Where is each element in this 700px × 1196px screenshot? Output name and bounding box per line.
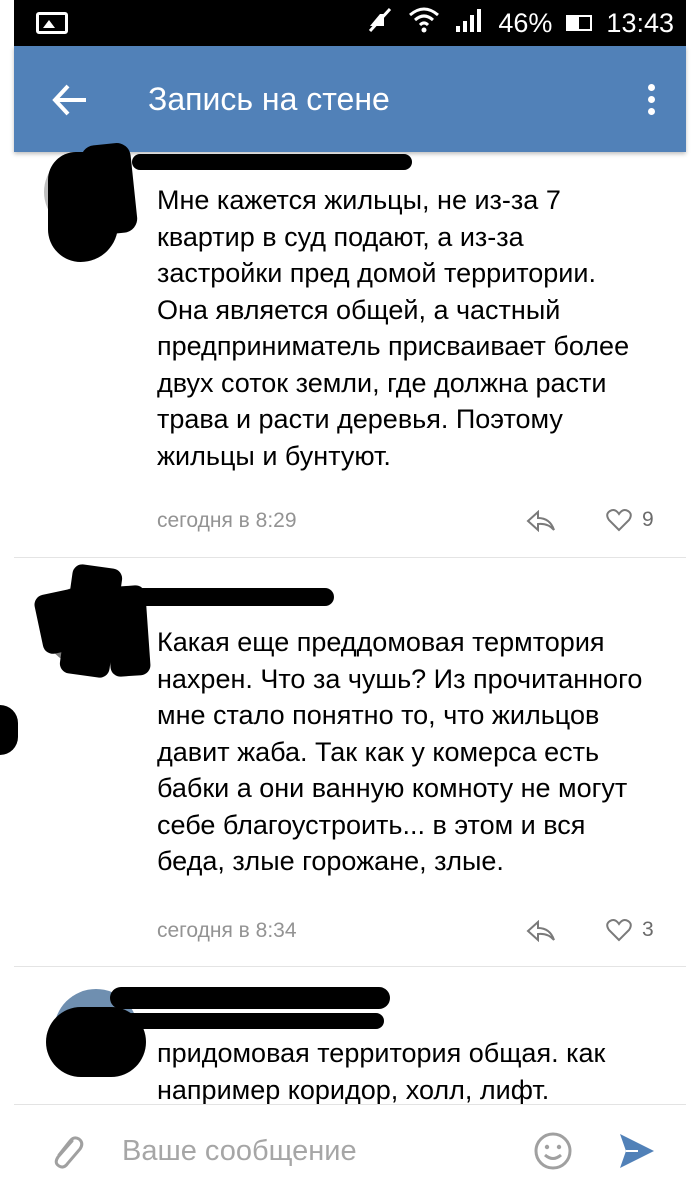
like-button[interactable]: 9: [606, 508, 654, 532]
battery-icon: [566, 15, 593, 31]
back-arrow-icon[interactable]: [50, 80, 90, 120]
comment-time: сегодня в 8:29: [157, 509, 297, 532]
emoji-icon[interactable]: [532, 1130, 574, 1177]
wifi-icon: [408, 6, 440, 41]
page-title: Запись на стене: [148, 81, 390, 117]
app-bar: Запись на стене: [14, 46, 686, 152]
heart-icon: [606, 509, 632, 532]
like-button[interactable]: 3: [606, 918, 654, 942]
comment-item: Какая еще преддомовая термтория нахрен. …: [14, 558, 686, 966]
attach-icon[interactable]: [46, 1131, 86, 1176]
like-count: 9: [642, 508, 654, 531]
author-name[interactable]: [134, 588, 334, 606]
reply-icon[interactable]: [526, 509, 556, 533]
more-vert-icon[interactable]: [648, 84, 656, 116]
message-input[interactable]: Ваше сообщение: [122, 1135, 357, 1168]
redaction-mark: [124, 1013, 384, 1029]
no-sound-icon: [366, 6, 394, 41]
battery-level: 46%: [498, 7, 553, 38]
image-icon: [36, 12, 68, 34]
comment-item: Мне кажется жильцы, не из-за 7 квартир в…: [14, 141, 686, 557]
author-name[interactable]: [132, 154, 412, 170]
comment-item: придомовая территория общая. как наприме…: [14, 967, 686, 1104]
comment-time: сегодня в 8:34: [157, 919, 297, 942]
heart-icon: [606, 919, 632, 942]
comment-text: Мне кажется жильцы, не из-за 7 квартир в…: [157, 185, 630, 471]
reply-icon[interactable]: [526, 919, 556, 943]
comment-text: придомовая территория общая. как наприме…: [157, 1038, 606, 1104]
message-input-bar: Ваше сообщение: [14, 1104, 686, 1196]
redaction-mark: [79, 141, 139, 237]
send-icon[interactable]: [616, 1130, 658, 1177]
comment-text: Какая еще преддомовая термтория нахрен. …: [157, 627, 643, 876]
clock: 13:43: [606, 7, 674, 38]
like-count: 3: [642, 918, 654, 941]
author-name[interactable]: [110, 987, 390, 1009]
status-bar: 46% 13:43: [14, 0, 686, 46]
signal-icon: [454, 6, 484, 41]
